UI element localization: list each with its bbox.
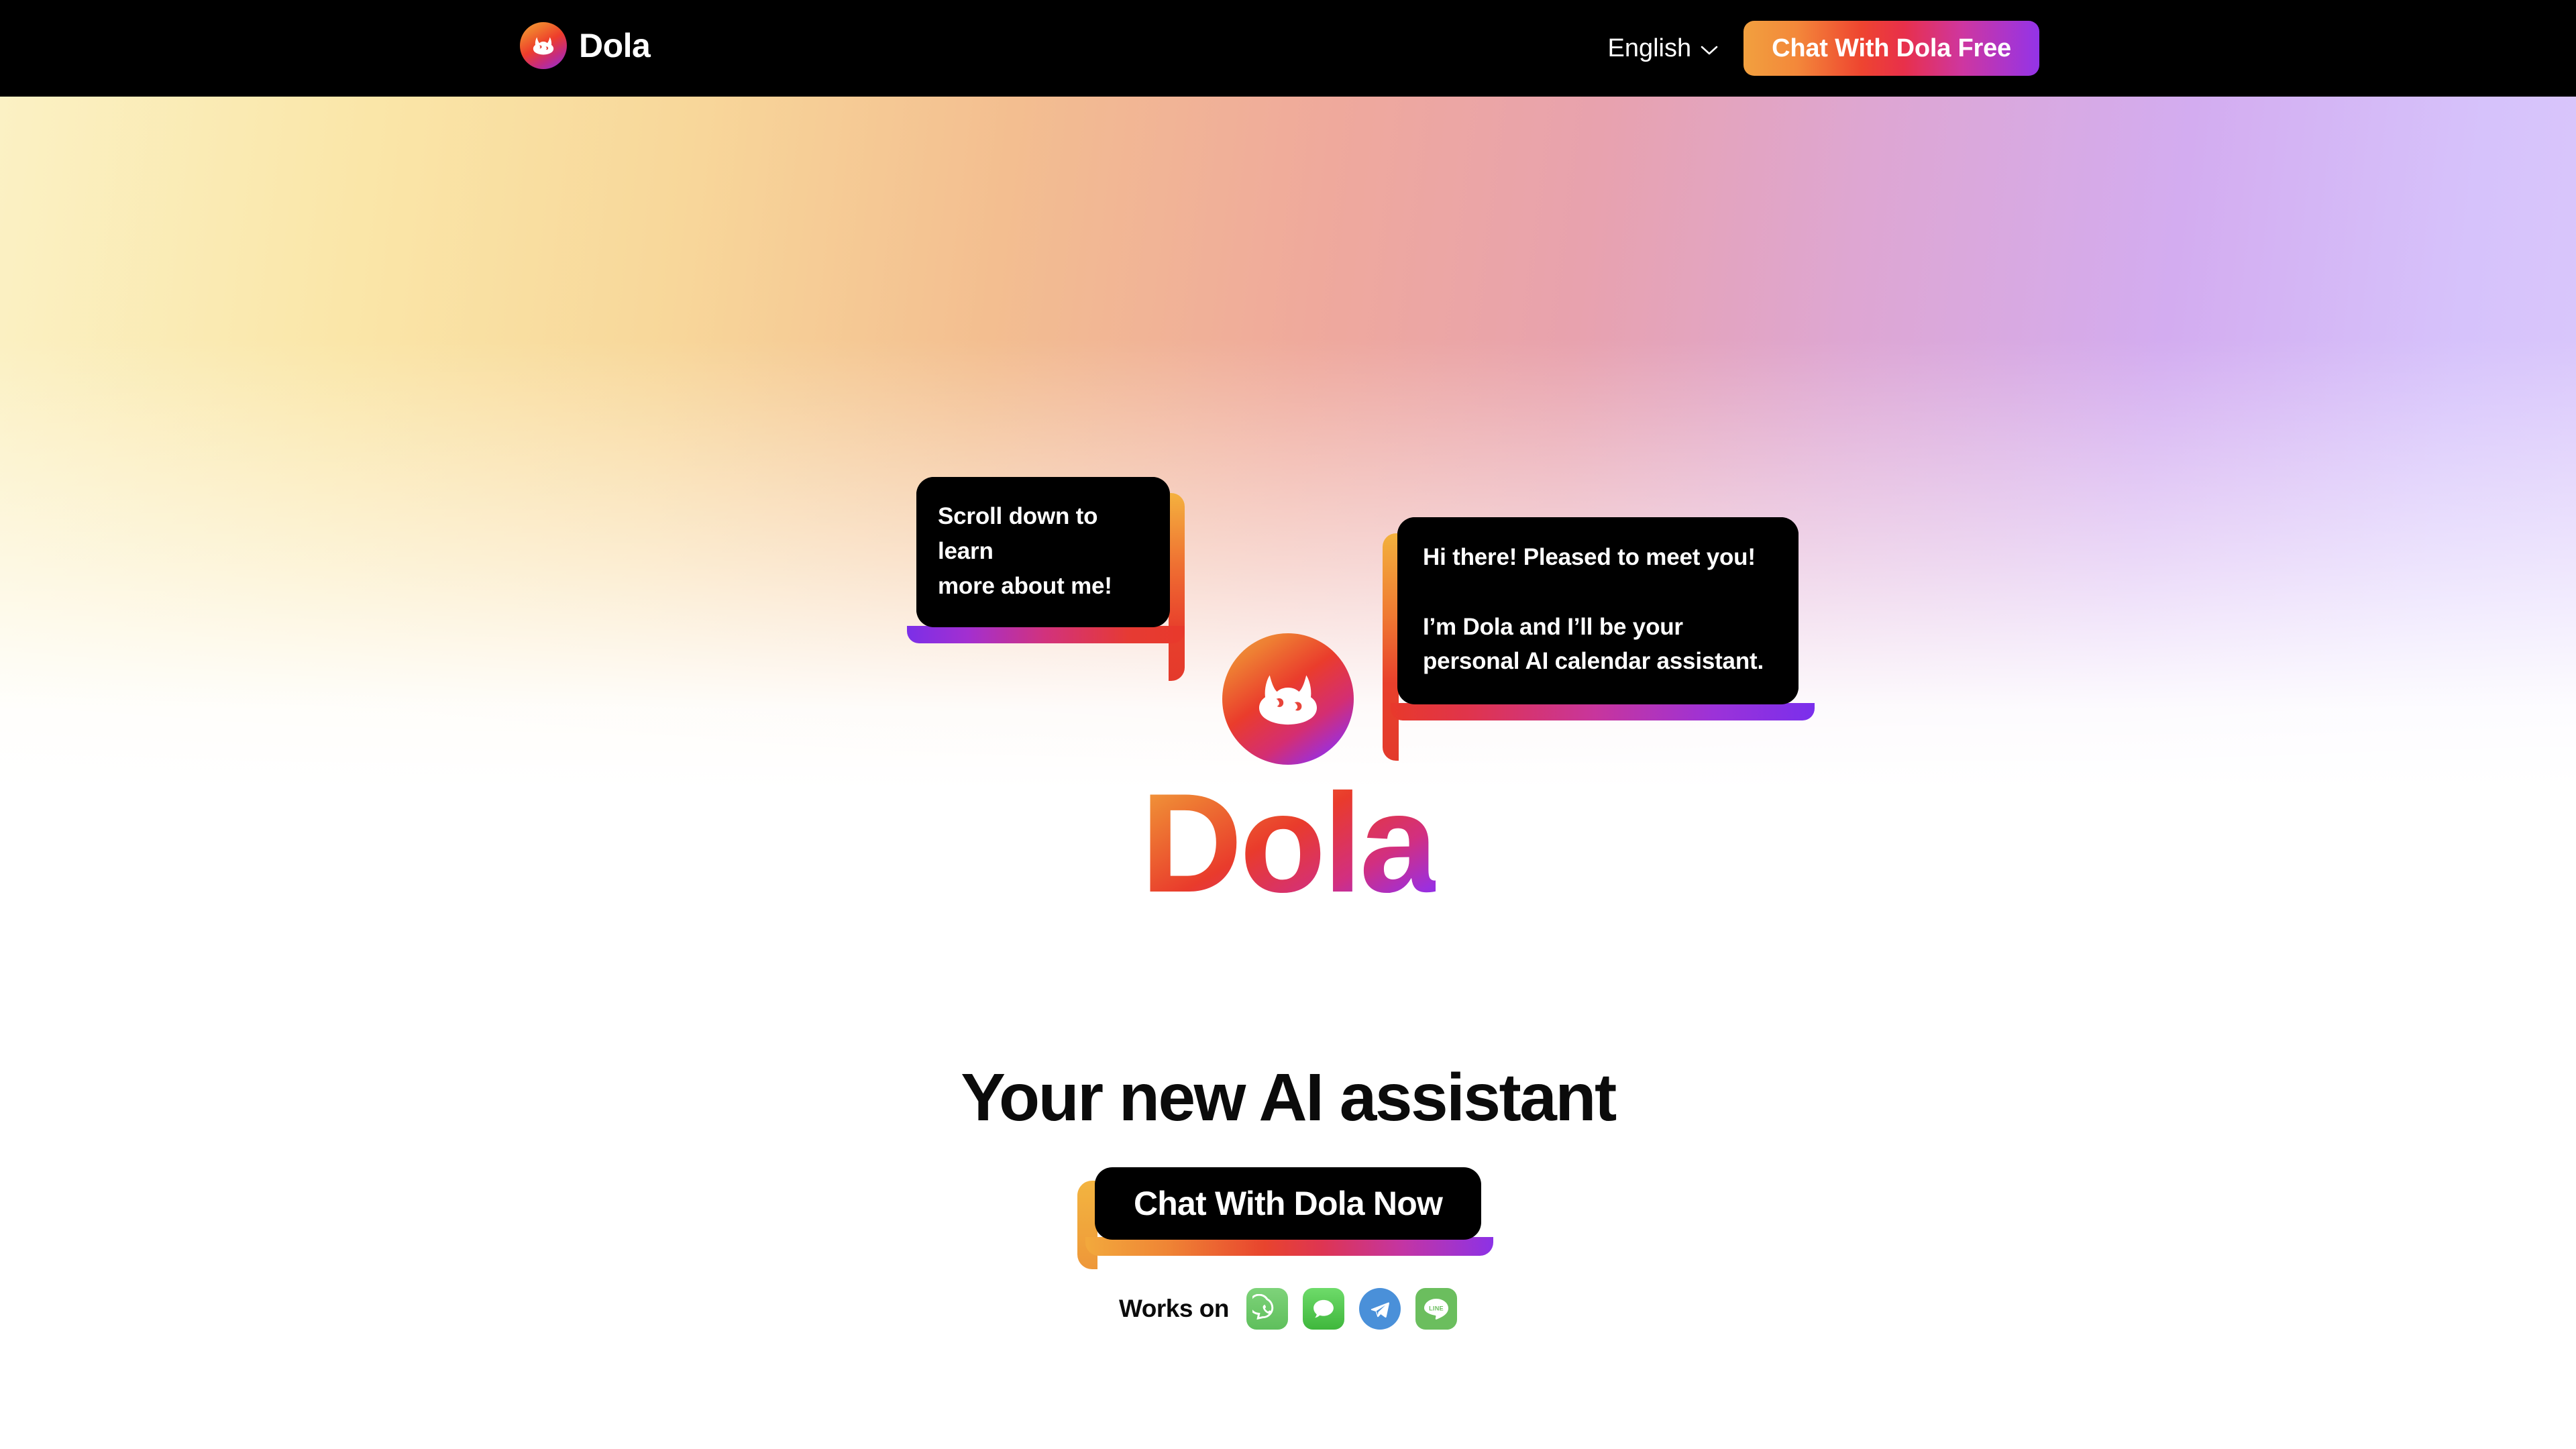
cta-bottom-accent	[1085, 1237, 1494, 1256]
header-actions: English Chat With Dola Free	[1607, 0, 2039, 97]
hero-cta-wrapper: Chat With Dola Now	[0, 1167, 2576, 1269]
chevron-down-icon	[1701, 46, 1718, 56]
speech-bubble-intro: Hi there! Pleased to meet you! I’m Dola …	[1383, 517, 1815, 761]
dola-cat-logo-icon	[520, 22, 567, 69]
hero-cta-holder: Chat With Dola Now	[1077, 1167, 1494, 1269]
language-selector[interactable]: English	[1607, 34, 1718, 63]
speech-bubble-intro-text: Hi there! Pleased to meet you! I’m Dola …	[1423, 544, 1764, 675]
chat-with-dola-now-button[interactable]: Chat With Dola Now	[1094, 1167, 1482, 1240]
hero-section: Scroll down to learn more about me! Hi t…	[0, 97, 2576, 1449]
header-chat-free-button[interactable]: Chat With Dola Free	[1743, 21, 2039, 76]
line-icon[interactable]: LINE	[1415, 1288, 1457, 1330]
bubble-side-accent	[1169, 493, 1185, 682]
page-title: Your new AI assistant	[961, 1060, 1617, 1135]
bubble-side-accent	[1383, 533, 1399, 761]
bubble-bottom-accent	[1391, 703, 1815, 721]
language-label: English	[1607, 34, 1692, 62]
telegram-icon[interactable]	[1358, 1288, 1401, 1330]
speech-bubble-scroll-hint-text: Scroll down to learn more about me!	[938, 503, 1112, 599]
works-on-label: Works on	[1119, 1295, 1229, 1322]
hero-logo-block: Dola	[0, 633, 2576, 914]
works-on-row: Works on LINE	[0, 1288, 2576, 1330]
brand-logo-link[interactable]: Dola	[520, 22, 651, 69]
imessage-icon[interactable]	[1302, 1288, 1344, 1330]
site-header: Dola English Chat With Dola Free	[0, 0, 2576, 97]
hero-logo-wordmark: Dola	[1140, 764, 1438, 922]
brand-name-text: Dola	[579, 27, 651, 64]
landing-page: Dola English Chat With Dola Free Scroll …	[0, 0, 2576, 1449]
svg-text:LINE: LINE	[1429, 1305, 1444, 1312]
whatsapp-icon[interactable]	[1246, 1288, 1288, 1330]
speech-bubble-scroll-hint: Scroll down to learn more about me!	[907, 477, 1185, 682]
dola-cat-logo-icon	[1222, 633, 1354, 765]
bubble-bottom-accent	[907, 626, 1185, 644]
